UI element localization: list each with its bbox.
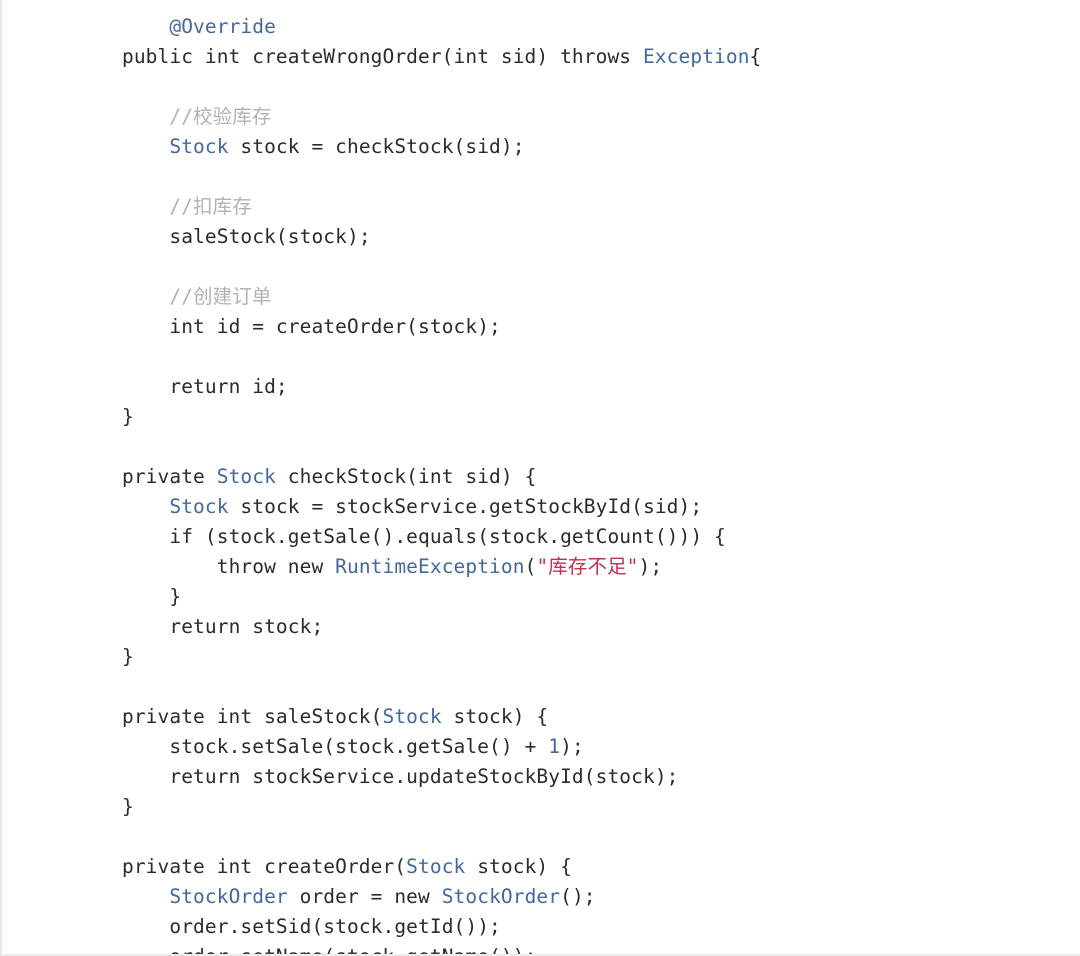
code-line: //扣库存 (122, 192, 1080, 222)
code-token-plain: stock) { (441, 704, 549, 728)
code-token-plain: return stock; (169, 614, 324, 638)
code-token-comment: //扣库存 (169, 194, 252, 218)
code-token-type: Exception (642, 44, 750, 68)
code-line: @Override (122, 12, 1080, 42)
code-line: return id; (122, 372, 1080, 402)
code-token-type: Stock (169, 134, 229, 158)
code-token-plain: stock = checkStock(sid); (228, 134, 525, 158)
code-line: private int saleStock(Stock stock) { (122, 702, 1080, 732)
code-line: private Stock checkStock(int sid) { (122, 462, 1080, 492)
code-line: } (122, 792, 1080, 822)
code-token-plain: private int saleStock( (122, 704, 383, 728)
code-line: } (122, 642, 1080, 672)
code-token-plain: stock.setSale(stock.getSale() + (169, 734, 549, 758)
code-line: if (stock.getSale().equals(stock.getCoun… (122, 522, 1080, 552)
code-token-type: Stock (406, 854, 466, 878)
code-block: @Override public int createWrongOrder(int… (0, 0, 1080, 956)
code-line: int id = createOrder(stock); (122, 312, 1080, 342)
code-line: //创建订单 (122, 282, 1080, 312)
code-token-plain: order.setSid(stock.getId()); (169, 914, 501, 938)
code-token-type: StockOrder (441, 884, 561, 908)
code-token-plain: if (stock.getSale().equals(stock.getCoun… (169, 524, 726, 548)
code-token-punct: ); (560, 734, 584, 758)
code-token-plain: throw new (216, 554, 336, 578)
code-line: StockOrder order = new StockOrder(); (122, 882, 1080, 912)
code-line: order.setSid(stock.getId()); (122, 912, 1080, 942)
code-token-type: Stock (216, 464, 276, 488)
code-token-plain: private (122, 464, 217, 488)
code-token-num: 1 (548, 734, 561, 758)
code-line: Stock stock = checkStock(sid); (122, 132, 1080, 162)
code-token-punct: } (122, 644, 134, 668)
code-line: } (122, 582, 1080, 612)
code-token-anno: @Override (169, 14, 276, 38)
code-token-punct: { (749, 44, 762, 68)
code-token-type: RuntimeException (335, 554, 525, 578)
code-token-punct: } (122, 404, 134, 428)
code-line: saleStock(stock); (122, 222, 1080, 252)
code-token-plain: return stockService.updateStockById(stoc… (169, 764, 679, 788)
code-line: public int createWrongOrder(int sid) thr… (122, 42, 1080, 72)
code-line: stock.setSale(stock.getSale() + 1); (122, 732, 1080, 762)
code-line: return stock; (122, 612, 1080, 642)
code-line: order.setName(stock.getName()); (122, 942, 1080, 956)
code-token-punct: } (122, 794, 134, 818)
code-token-type: Stock (169, 494, 229, 518)
code-token-punct: (); (560, 884, 596, 908)
code-token-string: "库存不足" (536, 554, 639, 578)
code-token-type: StockOrder (169, 884, 288, 908)
code-token-plain: return id; (169, 374, 288, 398)
code-token-plain: stock) { (465, 854, 572, 878)
code-token-plain: public int createWrongOrder(int sid) thr… (122, 44, 643, 68)
code-token-comment: //校验库存 (169, 104, 272, 128)
code-token-plain: private int createOrder( (122, 854, 407, 878)
code-content[interactable]: @Override public int createWrongOrder(int… (2, 12, 1080, 956)
code-line: } (122, 402, 1080, 432)
code-line: return stockService.updateStockById(stoc… (122, 762, 1080, 792)
code-token-plain: saleStock(stock); (169, 224, 371, 248)
code-token-punct: ); (638, 554, 663, 578)
code-line: //校验库存 (122, 102, 1080, 132)
code-token-plain: order = new (287, 884, 442, 908)
code-token-plain: checkStock(int sid) { (275, 464, 537, 488)
code-token-plain: int id = createOrder(stock); (169, 314, 501, 338)
code-token-plain: stock = stockService.getStockById(sid); (228, 494, 703, 518)
code-line: Stock stock = stockService.getStockById(… (122, 492, 1080, 522)
code-line: throw new RuntimeException("库存不足"); (122, 552, 1080, 582)
code-token-punct: } (169, 584, 182, 608)
code-token-plain: order.setName(stock.getName()); (169, 944, 537, 956)
code-token-type: Stock (382, 704, 442, 728)
code-token-punct: ( (524, 554, 537, 578)
code-line: private int createOrder(Stock stock) { (122, 852, 1080, 882)
code-token-comment: //创建订单 (169, 284, 272, 308)
